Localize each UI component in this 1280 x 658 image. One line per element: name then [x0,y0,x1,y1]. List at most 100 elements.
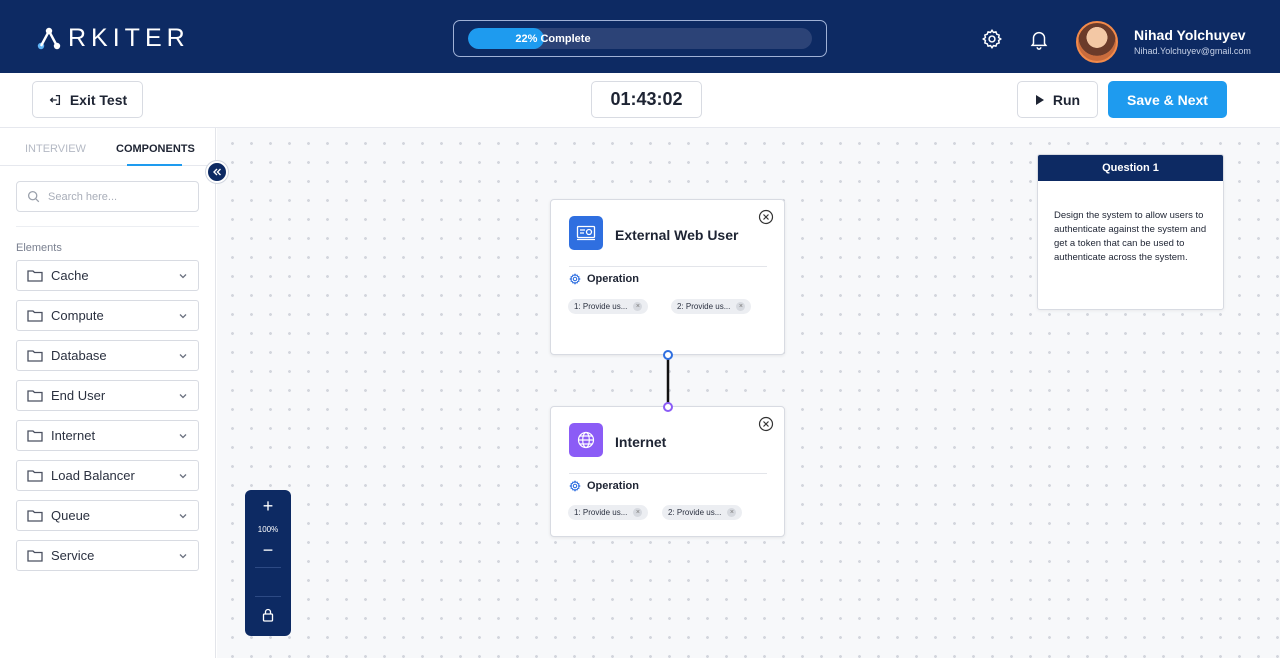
element-service[interactable]: Service [16,540,199,571]
chevron-down-icon [179,274,187,279]
question-text: Design the system to allow users to auth… [1054,210,1207,263]
lock-icon[interactable] [262,608,274,622]
chip-label: 2: Provide us... [677,302,731,311]
tab-components[interactable]: COMPONENTS [116,143,195,155]
divider [16,226,199,227]
play-icon [1035,94,1044,105]
node-internet[interactable]: Internet Operation 1: Provide us... × 2:… [550,402,785,537]
operation-chip[interactable]: 2: Provide us... × [671,299,752,314]
chevron-down-icon [179,394,187,399]
exit-test-label: Exit Test [69,91,128,108]
operation-chip[interactable]: 1: Provide us... × [568,505,649,520]
divider [569,473,767,474]
folder-icon [27,550,43,562]
chip-label: 1: Provide us... [574,302,628,311]
settings-icon[interactable] [981,28,1003,50]
operation-chip[interactable]: 2: Provide us... × [662,505,743,520]
progress-bar: 22% Complete [453,20,827,57]
element-database[interactable]: Database [16,340,199,371]
element-label: Compute [51,308,104,323]
progress-track: 22% Complete [468,28,812,49]
logo-text: RKITER [68,24,190,52]
operation-row: Operation [569,273,639,285]
action-bar: Exit Test 01:43:02 Run Save & Next [0,73,1280,128]
logo-mark-icon [37,27,61,49]
folder-icon [27,470,43,482]
run-label: Run [1052,91,1081,108]
globe-icon [569,423,603,457]
top-header: RKITER 22% Complete Nihad Yolchuyev Niha… [0,0,1280,73]
element-cache[interactable]: Cache [16,260,199,291]
exit-test-button[interactable]: Exit Test [32,81,143,118]
avatar[interactable] [1076,21,1118,63]
remove-chip-icon[interactable]: × [736,302,746,311]
element-compute[interactable]: Compute [16,300,199,331]
chevron-down-icon [179,514,187,519]
chevron-down-icon [179,354,187,359]
input-port[interactable] [663,402,673,412]
search-field[interactable] [16,181,199,212]
folder-icon [27,510,43,522]
node-title: External Web User [615,227,739,243]
operation-chip[interactable]: 1: Provide us... × [568,299,649,314]
element-label: End User [51,388,106,403]
gear-icon [569,273,581,285]
web-user-icon [569,216,603,250]
element-end-user[interactable]: End User [16,380,199,411]
element-label: Database [51,348,107,363]
element-label: Load Balancer [51,468,135,483]
folder-icon [27,390,43,402]
search-icon [27,190,40,203]
folder-icon [27,310,43,322]
question-card: Question 1 Design the system to allow us… [1037,154,1224,310]
user-name: Nihad Yolchuyev [1134,27,1246,43]
gear-icon [569,480,581,492]
remove-chip-icon[interactable]: × [633,302,643,311]
divider [255,567,281,568]
remove-chip-icon[interactable]: × [727,508,737,517]
user-email: Nihad.Yolchuyev@gmail.com [1134,46,1251,56]
element-label: Cache [51,268,89,283]
operation-label: Operation [587,480,639,492]
divider [255,596,281,597]
remove-chip-icon[interactable]: × [633,508,643,517]
folder-icon [27,430,43,442]
tab-interview[interactable]: INTERVIEW [25,143,86,155]
question-title: Question 1 [1038,155,1223,181]
node-title: Internet [615,434,667,450]
folder-icon [27,270,43,282]
bell-icon[interactable] [1028,28,1050,50]
collapse-sidebar-button[interactable] [206,161,228,183]
chevron-down-icon [179,314,187,319]
element-label: Service [51,548,95,563]
search-input[interactable] [48,190,178,203]
node-external-web-user[interactable]: External Web User Operation 1: Provide u… [550,199,785,360]
operation-label: Operation [587,273,639,285]
folder-icon [27,350,43,362]
chevron-down-icon [179,554,187,559]
output-port[interactable] [663,350,673,360]
double-chevron-left-icon [213,168,221,176]
chevron-down-icon [179,474,187,479]
divider [569,266,767,267]
element-queue[interactable]: Queue [16,500,199,531]
chip-label: 2: Provide us... [668,508,722,517]
logo[interactable]: RKITER [36,24,190,53]
diagram-canvas[interactable]: External Web User Operation 1: Provide u… [217,128,1280,658]
elements-heading: Elements [16,242,62,254]
zoom-in-button[interactable]: + [245,496,291,517]
element-label: Queue [51,508,91,523]
run-button[interactable]: Run [1017,81,1098,118]
close-icon[interactable] [758,416,774,432]
element-internet[interactable]: Internet [16,420,199,451]
element-label: Internet [51,428,96,443]
sidebar: INTERVIEW COMPONENTS Elements Cache Comp… [0,128,216,658]
chip-label: 1: Provide us... [574,508,628,517]
element-load-balancer[interactable]: Load Balancer [16,460,199,491]
save-next-button[interactable]: Save & Next [1108,81,1227,118]
chevron-down-icon [179,434,187,439]
sidebar-tabs: INTERVIEW COMPONENTS [0,128,216,166]
zoom-out-button[interactable]: − [245,540,291,561]
close-icon[interactable] [758,209,774,225]
exit-icon [49,94,60,105]
